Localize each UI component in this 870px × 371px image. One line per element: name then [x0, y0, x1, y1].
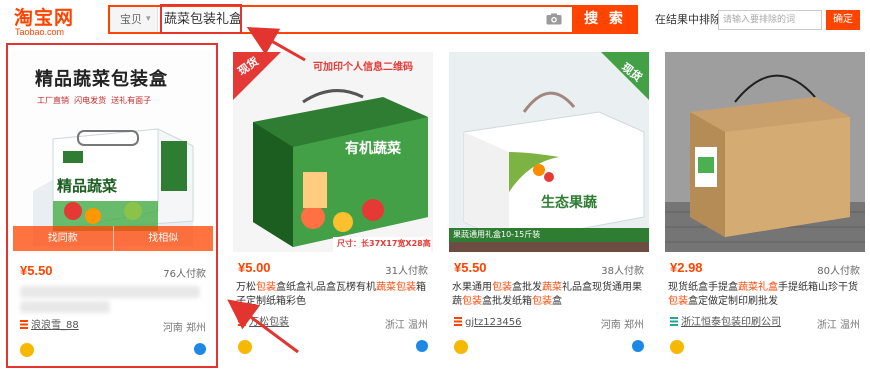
product-image-2[interactable]: 现货 可加印个人信息二维码 有机蔬菜 尺寸：长37X17宽X28高	[233, 52, 433, 252]
title-part: 盒	[552, 296, 562, 307]
sold-count: 38人付款	[601, 266, 644, 277]
image-tags: 工厂直销 闪电发货 送礼有面子	[37, 96, 152, 105]
query-highlight-box	[160, 4, 242, 34]
shop-link[interactable]: 万松包装	[238, 316, 289, 330]
price: ¥5.50	[454, 260, 487, 275]
size-note: 尺寸：长37X17宽X28高	[337, 239, 431, 248]
title-part: 盒纸盒礼品盒瓦楞有机	[276, 282, 376, 293]
title-blurred-2	[20, 301, 110, 313]
image-note: 可加印个人信息二维码	[313, 62, 413, 73]
logo-text: 淘宝网	[14, 7, 75, 29]
title-keyword: 包装	[256, 282, 276, 293]
logo-subtext: Taobao.com	[15, 27, 65, 37]
shop-name: 万松包装	[249, 317, 289, 328]
exclude-input[interactable]: 请输入要排除的词	[718, 10, 822, 30]
product-title[interactable]: 现货纸盒手提盒蔬菜礼盒手提纸箱山珍干货包装盒定做定制印刷批发	[668, 281, 864, 309]
product-title[interactable]: 万松包装盒纸盒礼品盒瓦楞有机蔬菜包装箱子定制纸箱彩色	[236, 281, 432, 309]
price: ¥5.50	[20, 263, 53, 278]
location: 河南 郑州	[162, 323, 206, 334]
kraft-box-illustration	[665, 52, 865, 252]
gold-seller-icon	[454, 340, 468, 354]
title-part: 盒批发	[512, 282, 542, 293]
find-same-button[interactable]: 找同款	[13, 226, 113, 251]
location: 河南 郑州	[600, 320, 644, 331]
strip-note: 果蔬通用礼盒10-15斤装	[453, 230, 541, 239]
box-label: 精品蔬菜	[57, 177, 118, 195]
shop-icon	[238, 317, 246, 326]
price: ¥2.98	[670, 260, 703, 275]
wangwang-chat-icon[interactable]	[632, 340, 644, 352]
title-keyword: 包装	[532, 296, 552, 307]
refine-label: 在结果中排除	[655, 13, 721, 26]
product-image-3[interactable]: 现货 生态果蔬 果蔬通用礼盒10-15斤装	[449, 52, 649, 252]
taobao-logo[interactable]: 淘宝网 Taobao.com	[14, 3, 92, 39]
title-part: 盒定做定制印刷批发	[688, 296, 778, 307]
location: 浙江 温州	[816, 320, 860, 331]
exclude-confirm-button[interactable]: 确定	[826, 10, 860, 30]
product-card-2[interactable]: 现货 可加印个人信息二维码 有机蔬菜 尺寸：长37X17宽X28高 ¥5.00 …	[226, 48, 438, 364]
title-keyword: 装	[406, 282, 416, 293]
wangwang-chat-icon[interactable]	[194, 343, 206, 355]
category-label: 宝贝	[120, 13, 142, 26]
title-blurred	[20, 286, 200, 298]
shop-icon	[20, 320, 28, 329]
title-keyword: 蔬菜礼盒	[738, 282, 778, 293]
gold-seller-icon	[238, 340, 252, 354]
camera-icon[interactable]	[546, 13, 562, 25]
title-keyword: 蔬菜	[376, 282, 396, 293]
shop-icon	[670, 317, 678, 326]
shop-link[interactable]: 浪浪雪_88	[20, 319, 79, 333]
sold-count: 76人付款	[163, 269, 206, 280]
sold-count: 31人付款	[385, 266, 428, 277]
top-bar: 淘宝网 Taobao.com 宝贝 ▾ 蔬菜包装礼盒 搜 索 在结果中排除 请输…	[0, 0, 870, 42]
search-button[interactable]: 搜 索	[572, 5, 638, 34]
gold-seller-icon	[670, 340, 684, 354]
title-keyword: 包装	[668, 296, 688, 307]
title-part: 手提纸箱山珍干货	[778, 282, 858, 293]
wangwang-chat-icon[interactable]	[416, 340, 428, 352]
sold-count: 80人付款	[817, 266, 860, 277]
find-similar-button[interactable]: 找相似	[112, 226, 213, 251]
gold-seller-icon	[20, 343, 34, 357]
box-label: 生态果蔬	[541, 195, 597, 211]
title-part: 万松	[236, 282, 256, 293]
category-select[interactable]: 宝贝 ▾	[110, 7, 158, 32]
title-keyword: 包装	[462, 296, 482, 307]
title-part: 水果通用	[452, 282, 492, 293]
product-title[interactable]: 水果通用包装盒批发蔬菜礼品盒现货通用果蔬包装盒批发纸箱包装盒	[452, 281, 648, 309]
product-card-1[interactable]: 精品蔬菜包装盒 工厂直销 闪电发货 送礼有面子 精品蔬菜 找同款 找相似 ¥5.…	[6, 43, 218, 368]
product-image-4[interactable]	[665, 52, 865, 252]
title-part: 现货纸盒手提盒	[668, 282, 738, 293]
product-card-4[interactable]: ¥2.98 80人付款 现货纸盒手提盒蔬菜礼盒手提纸箱山珍干货包装盒定做定制印刷…	[658, 48, 870, 364]
image-title: 精品蔬菜包装盒	[35, 69, 168, 90]
image-action-bar: 找同款 找相似	[13, 226, 213, 251]
price: ¥5.00	[238, 260, 271, 275]
shop-link[interactable]: 浙江恒泰包装印刷公司	[670, 316, 781, 330]
shop-icon	[454, 317, 462, 326]
chevron-down-icon: ▾	[146, 14, 151, 24]
organic-box-illustration	[233, 52, 433, 252]
title-keyword: 包装	[492, 282, 512, 293]
product-card-3[interactable]: 现货 生态果蔬 果蔬通用礼盒10-15斤装 ¥5.50 38人付款 水果通用包装…	[442, 48, 654, 364]
shop-link[interactable]: gjtz123456	[454, 316, 521, 330]
title-keyword: 包	[396, 282, 406, 293]
fruit-box-illustration	[449, 52, 649, 252]
title-keyword: 蔬菜	[542, 282, 562, 293]
shop-name: 浙江恒泰包装印刷公司	[681, 317, 781, 328]
title-part: 盒批发纸箱	[482, 296, 532, 307]
product-image-1[interactable]: 精品蔬菜包装盒 工厂直销 闪电发货 送礼有面子 精品蔬菜	[13, 51, 213, 251]
box-label: 有机蔬菜	[345, 141, 401, 157]
shop-name: gjtz123456	[465, 317, 522, 328]
location: 浙江 温州	[384, 320, 428, 331]
shop-name: 浪浪雪_88	[31, 320, 79, 331]
